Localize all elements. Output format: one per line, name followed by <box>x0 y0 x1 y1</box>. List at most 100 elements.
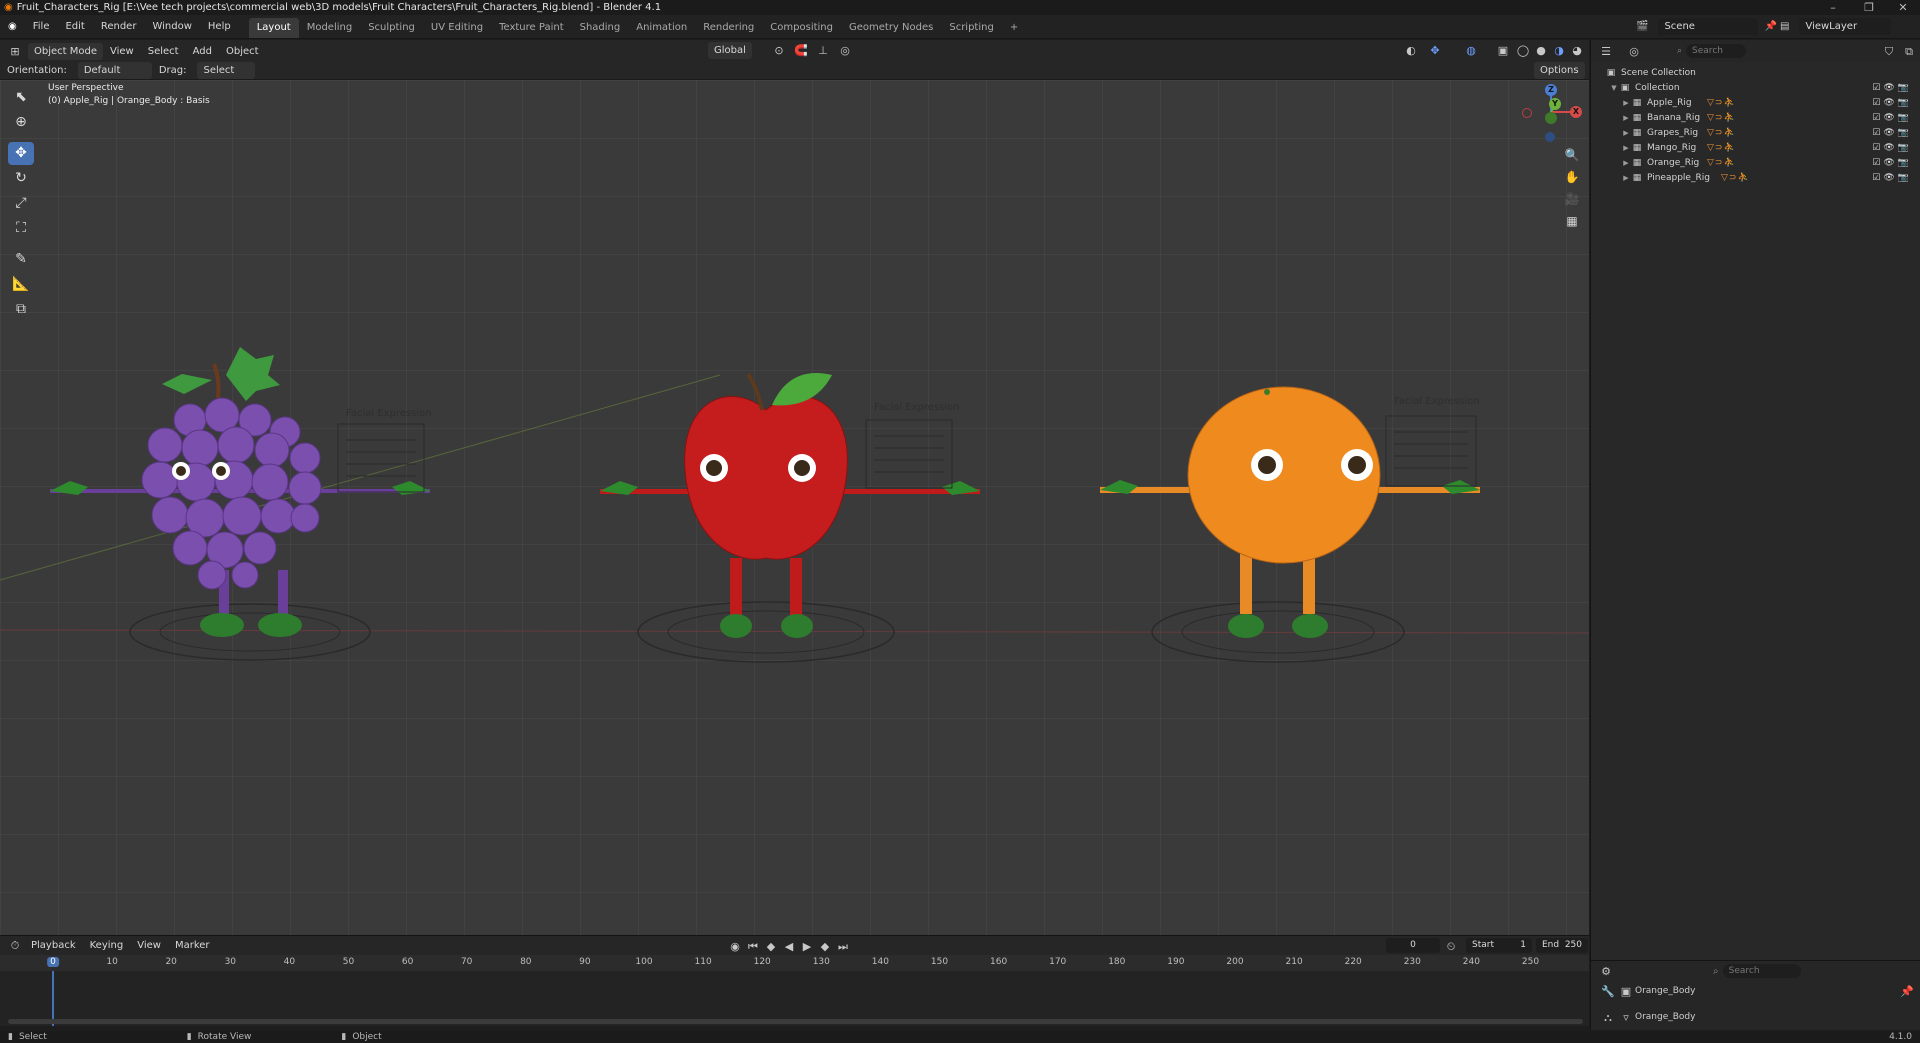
timeline-scrollbar[interactable] <box>8 1019 1583 1024</box>
menu-render[interactable]: Render <box>93 15 145 39</box>
navigation-gizmo[interactable]: Z Y X <box>1516 80 1586 150</box>
expand-chevron-icon[interactable]: ▶ <box>1621 156 1631 171</box>
scene-name[interactable]: Scene <box>1658 18 1759 35</box>
wrench-icon[interactable]: 🔧 <box>1599 983 1617 1000</box>
tab-scripting[interactable]: Scripting <box>941 18 1001 38</box>
gizmo-toggle-icon[interactable]: ✥ <box>1426 42 1444 59</box>
tab-layout[interactable]: Layout <box>248 18 299 38</box>
rotate-tool-icon[interactable]: ↻ <box>8 167 34 190</box>
shading-rendered-icon[interactable]: ◕ <box>1568 42 1586 59</box>
start-frame-field[interactable]: Start 1 <box>1466 938 1532 953</box>
expand-chevron-icon[interactable]: ▶ <box>1621 111 1631 126</box>
filter-icon[interactable]: ⛉ <box>1880 43 1898 60</box>
snap-target-icon[interactable]: ⊥ <box>814 42 832 59</box>
tab-geometry-nodes[interactable]: Geometry Nodes <box>841 18 941 38</box>
move-tool-icon[interactable]: ✥ <box>8 142 34 165</box>
orientation-dropdown[interactable]: Default <box>77 62 152 79</box>
new-collection-icon[interactable]: ⧉ <box>1900 43 1918 60</box>
transform-orientation-dropdown[interactable]: Global <box>708 42 752 59</box>
item-toggles[interactable]: ☑👁📷 <box>1872 141 1912 156</box>
collection-toggles[interactable]: ☑👁📷 <box>1872 81 1912 96</box>
select-tool-icon[interactable]: ⬉ <box>8 86 34 109</box>
tab-animation[interactable]: Animation <box>628 18 695 38</box>
view-layer-name[interactable]: ViewLayer <box>1799 18 1892 35</box>
menu-timeline-view[interactable]: View <box>130 937 168 954</box>
tab-uv-editing[interactable]: UV Editing <box>423 18 491 38</box>
camera-view-icon[interactable]: 🎥 <box>1560 188 1584 210</box>
gizmo-y[interactable]: Y <box>1549 98 1561 110</box>
scene-pin-icon[interactable]: 📌 <box>1764 21 1776 32</box>
outliner-item-apple-rig[interactable]: ▶ ▦ Apple_Rig ▽⊃⛹ ☑👁📷 <box>1591 96 1920 111</box>
expand-chevron-icon[interactable]: ▶ <box>1621 96 1631 111</box>
scale-tool-icon[interactable]: ⤢ <box>8 192 34 215</box>
jump-end-icon[interactable]: ⏭ <box>834 938 852 955</box>
overlay-toggle-icon[interactable]: ◍ <box>1462 42 1480 59</box>
modifier-icons[interactable]: ▽⊃⛹ <box>1707 126 1736 141</box>
minimize-button[interactable]: – <box>1814 0 1852 15</box>
maximize-button[interactable]: ❐ <box>1850 0 1888 15</box>
menu-add[interactable]: Add <box>186 43 219 60</box>
3d-viewport[interactable]: Facial Expression Facial Expression Faci… <box>0 80 1589 935</box>
pin-icon[interactable]: 📌 <box>1898 983 1916 1000</box>
expand-chevron-icon[interactable]: ▼ <box>1609 81 1619 96</box>
display-mode-icon[interactable]: ◎ <box>1625 43 1643 60</box>
close-button[interactable]: ✕ <box>1884 0 1920 15</box>
zoom-icon[interactable]: 🔍 <box>1560 144 1584 166</box>
data-tab-icon[interactable]: ⛬ <box>1599 1009 1617 1026</box>
tab-modeling[interactable]: Modeling <box>299 18 361 38</box>
menu-file[interactable]: File <box>25 15 58 39</box>
transform-tool-icon[interactable]: ⛶ <box>8 217 34 240</box>
outliner-search-input[interactable]: Search <box>1686 44 1747 58</box>
editor-type-icon[interactable]: ⊞ <box>6 43 24 60</box>
options-dropdown[interactable]: Options <box>1534 62 1585 79</box>
next-keyframe-icon[interactable]: ◆ <box>816 938 834 955</box>
menu-marker[interactable]: Marker <box>168 937 217 954</box>
tab-texture-paint[interactable]: Texture Paint <box>491 18 572 38</box>
expand-chevron-icon[interactable]: ▶ <box>1621 141 1631 156</box>
current-frame-field[interactable]: 0 <box>1386 938 1440 953</box>
collection-row[interactable]: ▼ ▣ Collection ☑👁📷 <box>1591 81 1920 96</box>
outliner-item-orange-rig[interactable]: ▶ ▦ Orange_Rig ▽⊃⛹ ☑👁📷 <box>1591 156 1920 171</box>
playhead[interactable] <box>52 971 54 1026</box>
menu-keying[interactable]: Keying <box>83 937 131 954</box>
add-cube-tool-icon[interactable]: ⧉ <box>8 298 34 321</box>
modifier-icons[interactable]: ▽⊃⛹ <box>1707 141 1736 156</box>
gizmo-neg-y[interactable] <box>1545 112 1557 124</box>
pan-hand-icon[interactable]: ✋ <box>1560 166 1584 188</box>
timeline-editor-icon[interactable]: ⏱ <box>6 937 24 954</box>
timeline-track[interactable] <box>0 971 1589 1026</box>
gizmo-neg-x[interactable] <box>1522 108 1532 118</box>
play-reverse-icon[interactable]: ◀ <box>780 938 798 955</box>
add-workspace-button[interactable]: + <box>1002 18 1026 38</box>
item-toggles[interactable]: ☑👁📷 <box>1872 171 1912 186</box>
timeline-ruler[interactable]: 0 10 20 30 40 50 60 70 80 90 100 110 120 130 140 150 160… <box>0 955 1589 971</box>
auto-key-icon[interactable]: ◉ <box>726 938 744 955</box>
jump-start-icon[interactable]: ⏮ <box>744 938 762 955</box>
expand-chevron-icon[interactable]: ▶ <box>1621 126 1631 141</box>
proportional-edit-icon[interactable]: ◎ <box>836 42 854 59</box>
properties-search[interactable]: ⌕ Search <box>1713 964 1801 978</box>
pivot-icon[interactable]: ⊙ <box>770 42 788 59</box>
tab-compositing[interactable]: Compositing <box>762 18 841 38</box>
measure-tool-icon[interactable]: 📐 <box>8 273 34 296</box>
play-icon[interactable]: ▶ <box>798 938 816 955</box>
outliner-item-grapes-rig[interactable]: ▶ ▦ Grapes_Rig ▽⊃⛹ ☑👁📷 <box>1591 126 1920 141</box>
gizmo-z[interactable]: Z <box>1545 84 1557 96</box>
item-toggles[interactable]: ☑👁📷 <box>1872 96 1912 111</box>
ortho-grid-icon[interactable]: ▦ <box>1560 210 1584 232</box>
gizmo-x[interactable]: X <box>1570 106 1582 118</box>
menu-object[interactable]: Object <box>219 43 266 60</box>
shading-wireframe-icon[interactable]: ◯ <box>1514 42 1532 59</box>
tab-shading[interactable]: Shading <box>572 18 629 38</box>
scene-selector[interactable]: 🎬 Scene 📌 <box>1636 18 1777 35</box>
scene-collection-row[interactable]: ▣ Scene Collection <box>1591 66 1920 81</box>
snap-icon[interactable]: 🧲 <box>792 42 810 59</box>
outliner-editor-icon[interactable]: ☰ <box>1597 43 1615 60</box>
item-toggles[interactable]: ☑👁📷 <box>1872 126 1912 141</box>
tab-sculpting[interactable]: Sculpting <box>360 18 423 38</box>
modifier-icons[interactable]: ▽⊃⛹ <box>1707 111 1736 126</box>
outliner-item-pineapple-rig[interactable]: ▶ ▦ Pineapple_Rig ▽⊃⛹ ☑👁📷 <box>1591 171 1920 186</box>
mode-dropdown[interactable]: Object Mode <box>28 42 103 60</box>
modifier-icons[interactable]: ▽⊃⛹ <box>1707 96 1736 111</box>
shading-material-icon[interactable]: ◑ <box>1550 42 1568 59</box>
